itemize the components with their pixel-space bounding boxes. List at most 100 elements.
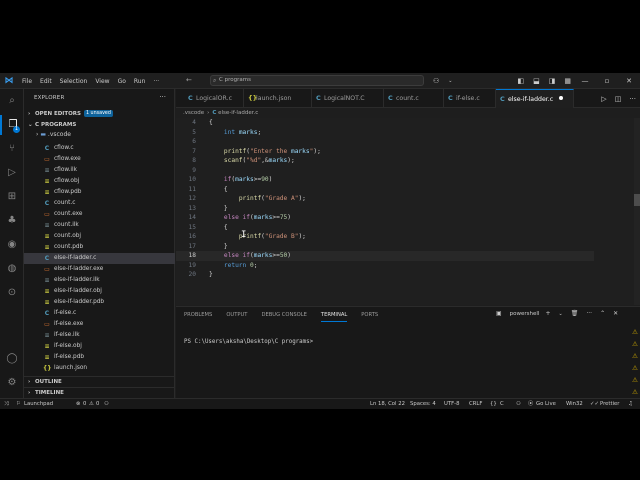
vscode-folder[interactable]: › ▬ .vscode bbox=[24, 129, 175, 140]
editor-tab[interactable]: Celse-if-ladder.c bbox=[496, 89, 574, 108]
outline-section[interactable]: › OUTLINE bbox=[24, 376, 175, 387]
warning-icon[interactable]: ⚠ bbox=[89, 399, 94, 409]
command-center-search[interactable]: ⌕ C programs bbox=[210, 75, 424, 86]
code-line[interactable]: 6 bbox=[176, 137, 636, 147]
file-item[interactable]: ▭ cflow.exe bbox=[24, 154, 175, 165]
python-icon[interactable]: ♣ bbox=[0, 211, 24, 231]
end-of-line[interactable]: CRLF bbox=[469, 399, 482, 409]
code-line[interactable]: 18 else if(marks>=50) bbox=[176, 251, 594, 261]
run-code-icon[interactable]: ▷ bbox=[601, 95, 606, 103]
file-item[interactable]: ≡ else-if-ladder.ilk bbox=[24, 275, 175, 286]
breadcrumb-file[interactable]: else-if-ladder.c bbox=[218, 110, 258, 116]
maximize-icon[interactable]: ▫ bbox=[596, 77, 618, 85]
go-live-button[interactable]: Go Live bbox=[536, 399, 556, 409]
vscode-logo-icon[interactable]: ⋈ bbox=[4, 76, 14, 86]
encoding[interactable]: UTF-8 bbox=[444, 399, 459, 409]
new-terminal-icon[interactable]: + bbox=[545, 310, 550, 317]
file-item[interactable]: ▭ count.exe bbox=[24, 209, 175, 220]
terminal-name[interactable]: powershell bbox=[510, 311, 540, 317]
json-tool-icon[interactable]: ◍ bbox=[0, 259, 24, 279]
error-count[interactable]: 0 bbox=[83, 399, 86, 409]
file-item[interactable]: ≡ if-else.pdb bbox=[24, 352, 175, 363]
language-mode[interactable]: C bbox=[500, 399, 504, 409]
warning-icon[interactable]: ⚠ bbox=[631, 340, 639, 348]
file-item[interactable]: {} launch.json bbox=[24, 363, 175, 374]
file-item[interactable]: ≡ else-if-ladder.obj bbox=[24, 286, 175, 297]
file-item[interactable]: Ccflow.c bbox=[24, 143, 175, 154]
file-item[interactable]: Celse-if-ladder.c bbox=[24, 253, 175, 264]
more-actions-icon[interactable]: ··· bbox=[159, 93, 166, 101]
git-graph-icon[interactable]: ⊙ bbox=[0, 283, 24, 303]
source-control-icon[interactable]: ⑂ bbox=[0, 139, 24, 159]
chevron-down-icon[interactable]: ⌄ bbox=[448, 78, 452, 84]
toggle-panel-icon[interactable]: ⬓ bbox=[533, 77, 540, 85]
more-actions-icon[interactable]: ··· bbox=[586, 310, 592, 317]
code-line[interactable]: 20} bbox=[176, 270, 636, 280]
file-item[interactable]: ≡ cflow.pdb bbox=[24, 187, 175, 198]
panel-tab[interactable]: TERMINAL bbox=[320, 312, 348, 322]
platform[interactable]: Win32 bbox=[566, 399, 583, 409]
code-line[interactable]: 19 return 0; bbox=[176, 261, 636, 271]
launchpad-label[interactable]: Launchpad bbox=[24, 399, 53, 409]
maximize-panel-icon[interactable]: ⌃ bbox=[600, 310, 605, 317]
code-line[interactable]: 11 { bbox=[176, 185, 636, 195]
ports-icon[interactable]: ⚇ bbox=[104, 399, 109, 409]
editor-tab[interactable]: {} launch.json bbox=[244, 89, 312, 108]
explorer-icon[interactable]: ❐ 1 bbox=[0, 115, 24, 135]
file-item[interactable]: ≡ cflow.ilk bbox=[24, 165, 175, 176]
editor-tab[interactable]: C LogicalNOT.C bbox=[312, 89, 384, 108]
language-braces-icon[interactable]: {} bbox=[490, 399, 497, 409]
menu-go[interactable]: Go bbox=[118, 78, 126, 85]
copilot-status-icon[interactable]: ⚇ bbox=[516, 399, 521, 409]
menu-more[interactable]: ··· bbox=[153, 78, 159, 85]
menu-selection[interactable]: Selection bbox=[60, 78, 88, 85]
code-line[interactable]: 4{ bbox=[176, 118, 636, 128]
notifications-bell-icon[interactable]: ♫ bbox=[628, 399, 633, 409]
panel-tab[interactable]: PROBLEMS bbox=[184, 312, 212, 322]
back-arrow-icon[interactable]: ← bbox=[186, 76, 192, 84]
file-item[interactable]: ▭ if-else.exe bbox=[24, 319, 175, 330]
kill-terminal-icon[interactable]: 🗑 bbox=[571, 310, 579, 317]
breadcrumb-folder[interactable]: .vscode bbox=[183, 110, 204, 116]
menu-run[interactable]: Run bbox=[134, 78, 146, 85]
file-item[interactable]: ≡ count.obj bbox=[24, 231, 175, 242]
menu-file[interactable]: File bbox=[22, 78, 32, 85]
unsaved-dot-icon[interactable] bbox=[559, 96, 564, 100]
editor-tab[interactable]: Ccount.c bbox=[384, 89, 444, 108]
cursor-position[interactable]: Ln 18, Col 22 bbox=[370, 399, 405, 409]
timeline-section[interactable]: › TIMELINE bbox=[24, 387, 175, 398]
remote-icon[interactable]: ⤨ bbox=[4, 399, 8, 409]
code-editor[interactable]: 4{5 int marks; 6 7 printf("Enter the marks… bbox=[176, 118, 640, 305]
file-item[interactable]: ▭ else-if-ladder.exe bbox=[24, 264, 175, 275]
chevron-down-icon[interactable]: ⌄ bbox=[559, 311, 563, 317]
panel-tab[interactable]: OUTPUT bbox=[226, 312, 247, 322]
menu-edit[interactable]: Edit bbox=[40, 78, 52, 85]
code-line[interactable]: 13 } bbox=[176, 204, 636, 214]
toggle-primary-sidebar-icon[interactable]: ◧ bbox=[517, 77, 524, 85]
panel-tab[interactable]: PORTS bbox=[361, 312, 378, 322]
file-item[interactable]: Cif-else.c bbox=[24, 308, 175, 319]
code-line[interactable]: 7 printf("Enter the marks"); bbox=[176, 147, 636, 157]
toggle-secondary-sidebar-icon[interactable]: ◨ bbox=[549, 77, 556, 85]
warning-icon[interactable]: ⚠ bbox=[631, 352, 639, 360]
extensions-icon[interactable]: ⊞ bbox=[0, 187, 24, 207]
file-item[interactable]: ≡ else-if-ladder.pdb bbox=[24, 297, 175, 308]
warning-count[interactable]: 0 bbox=[96, 399, 99, 409]
accounts-icon[interactable]: ◯ bbox=[0, 349, 24, 369]
panel-tab[interactable]: DEBUG CONSOLE bbox=[261, 312, 306, 322]
warning-icon[interactable]: ⚠ bbox=[631, 388, 639, 396]
prettier-status[interactable]: Prettier bbox=[600, 399, 619, 409]
warning-icon[interactable]: ⚠ bbox=[631, 376, 639, 384]
file-item[interactable]: ≡ count.ilk bbox=[24, 220, 175, 231]
file-item[interactable]: ≡ cflow.obj bbox=[24, 176, 175, 187]
code-line[interactable]: 5 int marks; bbox=[176, 128, 636, 138]
editor-tab[interactable]: C LogicalOR.c bbox=[184, 89, 244, 108]
code-line[interactable]: 14 else if(marks>=75) bbox=[176, 213, 636, 223]
file-item[interactable]: ≡ count.pdb bbox=[24, 242, 175, 253]
search-view-icon[interactable]: ⌕ bbox=[0, 91, 24, 111]
code-line[interactable]: 10 if(marks>=90) bbox=[176, 175, 636, 185]
file-item[interactable]: ≡ if-else.obj bbox=[24, 341, 175, 352]
editor-tab[interactable]: Cif-else.c bbox=[444, 89, 496, 108]
menu-view[interactable]: View bbox=[95, 78, 109, 85]
code-line[interactable]: 9 bbox=[176, 166, 636, 176]
